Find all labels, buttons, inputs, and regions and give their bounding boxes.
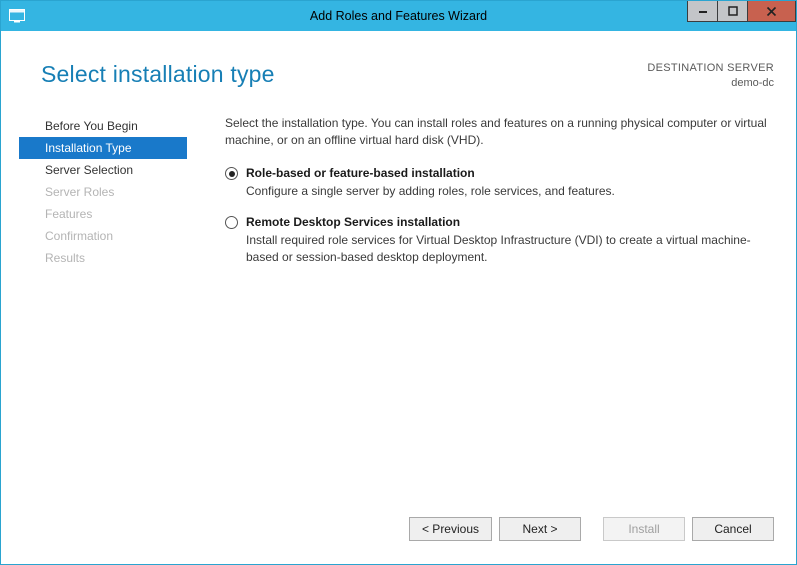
content-pane: Select the installation type. You can in…	[187, 111, 778, 504]
destination-label: DESTINATION SERVER	[647, 61, 774, 76]
wizard-nav: Before You Begin Installation Type Serve…	[19, 111, 187, 504]
footer-buttons: < Previous Next > Install Cancel	[19, 504, 778, 552]
option-title: Remote Desktop Services installation	[246, 214, 778, 231]
option-role-based[interactable]: Role-based or feature-based installation…	[225, 165, 778, 200]
radio-role-based[interactable]	[225, 167, 238, 180]
nav-server-selection[interactable]: Server Selection	[19, 159, 187, 181]
nav-installation-type[interactable]: Installation Type	[19, 137, 187, 159]
intro-text: Select the installation type. You can in…	[225, 115, 778, 150]
nav-confirmation: Confirmation	[19, 225, 187, 247]
nav-server-roles: Server Roles	[19, 181, 187, 203]
titlebar: Add Roles and Features Wizard	[1, 1, 796, 31]
wizard-body: Select installation type DESTINATION SER…	[1, 31, 796, 564]
header-row: Select installation type DESTINATION SER…	[41, 61, 774, 91]
option-desc: Configure a single server by adding role…	[246, 183, 615, 200]
minimize-button[interactable]	[687, 1, 718, 22]
window-title: Add Roles and Features Wizard	[1, 9, 796, 23]
close-button[interactable]	[747, 1, 796, 22]
radio-remote-desktop[interactable]	[225, 216, 238, 229]
nav-results: Results	[19, 247, 187, 269]
main-area: Before You Begin Installation Type Serve…	[19, 111, 778, 504]
option-title: Role-based or feature-based installation	[246, 165, 615, 182]
destination-value: demo-dc	[647, 76, 774, 91]
nav-before-you-begin[interactable]: Before You Begin	[19, 115, 187, 137]
option-desc: Install required role services for Virtu…	[246, 232, 778, 267]
page-title: Select installation type	[41, 61, 275, 88]
install-button: Install	[603, 517, 685, 541]
next-button[interactable]: Next >	[499, 517, 581, 541]
option-text: Role-based or feature-based installation…	[246, 165, 615, 200]
cancel-button[interactable]: Cancel	[692, 517, 774, 541]
destination-info: DESTINATION SERVER demo-dc	[647, 61, 774, 91]
wizard-window: Add Roles and Features Wizard Select ins…	[0, 0, 797, 565]
window-controls	[688, 1, 796, 31]
nav-features: Features	[19, 203, 187, 225]
app-icon	[7, 6, 27, 26]
option-text: Remote Desktop Services installation Ins…	[246, 214, 778, 266]
option-remote-desktop[interactable]: Remote Desktop Services installation Ins…	[225, 214, 778, 266]
previous-button[interactable]: < Previous	[409, 517, 492, 541]
maximize-button[interactable]	[717, 1, 748, 22]
